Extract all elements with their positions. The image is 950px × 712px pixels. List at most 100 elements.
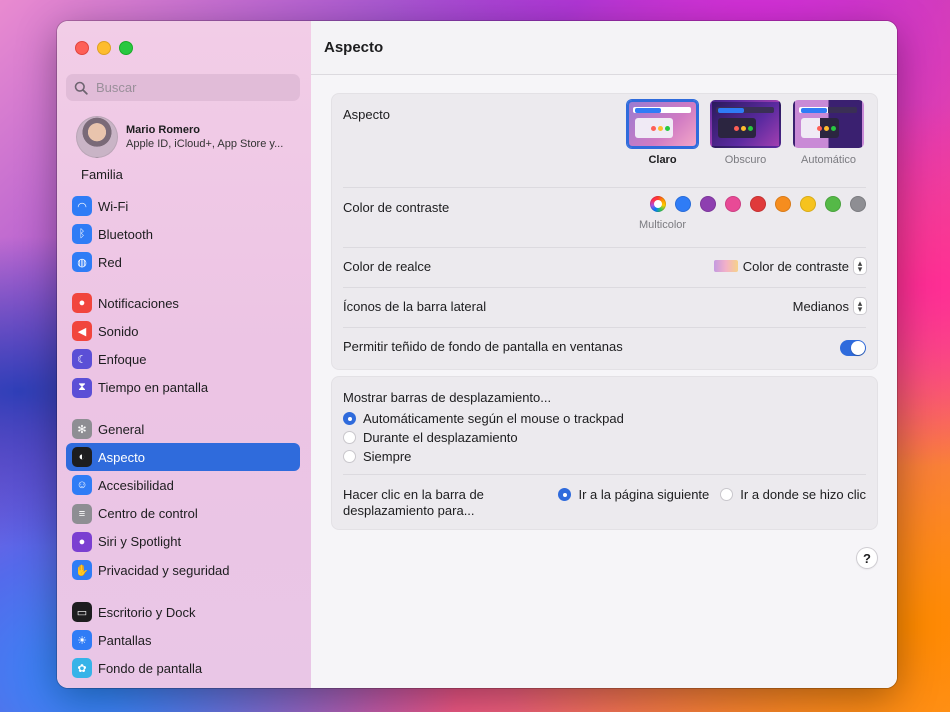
light-preview xyxy=(627,100,698,148)
zoom-button[interactable] xyxy=(119,41,133,55)
contrast-swatch[interactable] xyxy=(700,196,716,212)
family-item[interactable]: Familia xyxy=(81,167,123,182)
sidebar: Mario Romero Apple ID, iCloud+, App Stor… xyxy=(57,21,312,688)
sidebar-icons-popup[interactable]: Medianos ▴ ▾ xyxy=(793,298,866,314)
page-title: Aspecto xyxy=(311,21,897,75)
contrast-swatch[interactable] xyxy=(850,196,866,212)
click-scroll-label-line1: Hacer clic en la barra de xyxy=(343,487,484,502)
radio-label: Durante el desplazamiento xyxy=(363,430,518,445)
appearance-option-dark[interactable]: Obscuro xyxy=(710,100,781,166)
search-input[interactable] xyxy=(94,79,288,96)
sidebar-item-general[interactable]: ✻ General xyxy=(66,415,300,443)
moon-icon: ☾ xyxy=(72,349,92,370)
tinting-row: Permitir teñido de fondo de pantalla en … xyxy=(343,327,866,367)
scrollbars-option-scrolling[interactable]: Durante el desplazamiento xyxy=(343,428,624,447)
scrollbars-group: Mostrar barras de desplazamiento... Auto… xyxy=(331,376,878,530)
sidebar-item-enfoque[interactable]: ☾ Enfoque xyxy=(66,345,300,373)
appearance-option-auto[interactable]: Automático xyxy=(793,100,864,166)
control-center-icon: ≡ xyxy=(72,503,92,524)
contrast-caption: Multicolor xyxy=(639,219,687,231)
sidebar-item-centro-de-control[interactable]: ≡ Centro de control xyxy=(66,500,300,528)
contrast-swatch[interactable] xyxy=(800,196,816,212)
appearance-group: Aspecto Claro Obscuro Automático Color d… xyxy=(331,93,878,370)
sidebar-item-escritorio-y-dock[interactable]: ▭ Escritorio y Dock xyxy=(66,598,300,626)
contrast-swatch[interactable] xyxy=(725,196,741,212)
click-scroll-option-next-page[interactable]: Ir a la página siguiente xyxy=(558,487,709,502)
globe-icon: ◍ xyxy=(72,252,92,273)
appearance-icon: ◐ xyxy=(72,447,92,468)
tinting-toggle[interactable] xyxy=(840,340,866,356)
contrast-swatch[interactable] xyxy=(750,196,766,212)
contrast-swatch[interactable] xyxy=(675,196,691,212)
contrast-label: Color de contraste xyxy=(343,200,450,215)
radio-button[interactable] xyxy=(558,488,572,501)
main-pane: Aspecto Aspecto Claro Obscuro Automático… xyxy=(311,21,897,688)
appearance-option-label: Automático xyxy=(800,154,857,166)
flower-icon: ✿ xyxy=(72,658,92,679)
close-button[interactable] xyxy=(75,41,89,55)
click-scroll-option-clicked-spot[interactable]: Ir a donde se hizo clic xyxy=(720,487,866,502)
contrast-row: Color de contraste Multicolor xyxy=(343,187,866,248)
radio-button[interactable] xyxy=(343,450,356,463)
radio-button[interactable] xyxy=(343,412,356,425)
siri-icon: ● xyxy=(72,531,92,552)
radio-button[interactable] xyxy=(720,488,734,501)
scrollbars-options: Automáticamente según el mouse o trackpa… xyxy=(343,409,624,466)
scrollbars-option-auto[interactable]: Automáticamente según el mouse o trackpa… xyxy=(343,409,624,428)
chevron-updown-icon: ▴ ▾ xyxy=(854,298,866,314)
avatar xyxy=(76,116,118,158)
sidebar-item-pantallas[interactable]: ☀ Pantallas xyxy=(66,626,300,654)
click-scroll-label-line2: desplazamiento para... xyxy=(343,503,475,518)
click-scroll-options: Ir a la página siguiente Ir a donde se h… xyxy=(558,487,866,502)
sidebar-item-sonido[interactable]: ◀ Sonido xyxy=(66,317,300,345)
search-field[interactable] xyxy=(66,74,300,101)
radio-label: Ir a donde se hizo clic xyxy=(740,487,866,502)
sidebar-item-aspecto[interactable]: ◐ Aspecto xyxy=(66,443,300,472)
sidebar-item-notificaciones[interactable]: ● Notificaciones xyxy=(66,289,300,317)
sidebar-item-privacidad-y-seguridad[interactable]: ✋ Privacidad y seguridad xyxy=(66,556,300,584)
scrollbars-option-always[interactable]: Siempre xyxy=(343,447,624,466)
apple-id-item[interactable]: Mario Romero Apple ID, iCloud+, App Stor… xyxy=(76,116,283,158)
sun-icon: ☀ xyxy=(72,630,92,651)
sidebar-item-tiempo-en-pantalla[interactable]: ⧗ Tiempo en pantalla xyxy=(66,374,300,402)
speaker-icon: ◀ xyxy=(72,321,92,342)
appearance-option-light[interactable]: Claro xyxy=(627,100,698,166)
sidebar-item-label: Fondo de pantalla xyxy=(98,660,203,676)
wifi-icon: ◠ xyxy=(72,196,92,216)
sidebar-item-wi-fi[interactable]: ◠ Wi-Fi xyxy=(66,192,300,220)
user-name: Mario Romero xyxy=(126,124,200,136)
sidebar-item-label: Pantallas xyxy=(98,632,152,648)
highlight-swatch xyxy=(713,260,738,272)
sidebar-item-red[interactable]: ◍ Red xyxy=(66,248,300,276)
highlight-row: Color de realce Color de contraste ▴ ▾ xyxy=(343,247,866,288)
sidebar-item-bluetooth[interactable]: ᛒ Bluetooth xyxy=(66,220,300,248)
dock-icon: ▭ xyxy=(72,602,92,622)
contrast-swatches xyxy=(650,196,866,212)
help-button[interactable]: ? xyxy=(857,548,877,568)
radio-button[interactable] xyxy=(343,431,356,444)
tinting-label: Permitir teñido de fondo de pantalla en … xyxy=(343,339,623,354)
sidebar-item-fondo-de-pantalla[interactable]: ✿ Fondo de pantalla xyxy=(66,654,300,682)
sidebar-item-label: Notificaciones xyxy=(98,295,179,311)
highlight-popup[interactable]: Color de contraste ▴ ▾ xyxy=(713,258,866,274)
sidebar-item-label: Red xyxy=(98,254,122,270)
contrast-swatch[interactable] xyxy=(825,196,841,212)
search-icon xyxy=(74,81,88,95)
sidebar-item-label: Aspecto xyxy=(98,449,145,465)
scrollbars-row: Mostrar barras de desplazamiento... Auto… xyxy=(343,377,866,475)
dark-preview xyxy=(710,100,781,148)
sidebar-item-label: Wi-Fi xyxy=(98,198,129,214)
appearance-label: Aspecto xyxy=(343,107,390,122)
contrast-swatch[interactable] xyxy=(775,196,791,212)
sidebar-item-siri-y-spotlight[interactable]: ● Siri y Spotlight xyxy=(66,528,300,556)
minimize-button[interactable] xyxy=(97,41,111,55)
appearance-row: Aspecto Claro Obscuro Automático xyxy=(343,94,866,188)
highlight-value: Color de contraste xyxy=(742,258,849,274)
contrast-swatch[interactable] xyxy=(650,196,666,212)
sidebar-item-label: Escritorio y Dock xyxy=(98,604,196,620)
sidebar-icons-label: Íconos de la barra lateral xyxy=(343,299,487,314)
hourglass-icon: ⧗ xyxy=(72,377,92,398)
sidebar-item-accesibilidad[interactable]: ☺ Accesibilidad xyxy=(66,471,300,499)
sidebar-item-label: Accesibilidad xyxy=(98,477,174,493)
sidebar-item-label: Sonido xyxy=(98,323,139,339)
